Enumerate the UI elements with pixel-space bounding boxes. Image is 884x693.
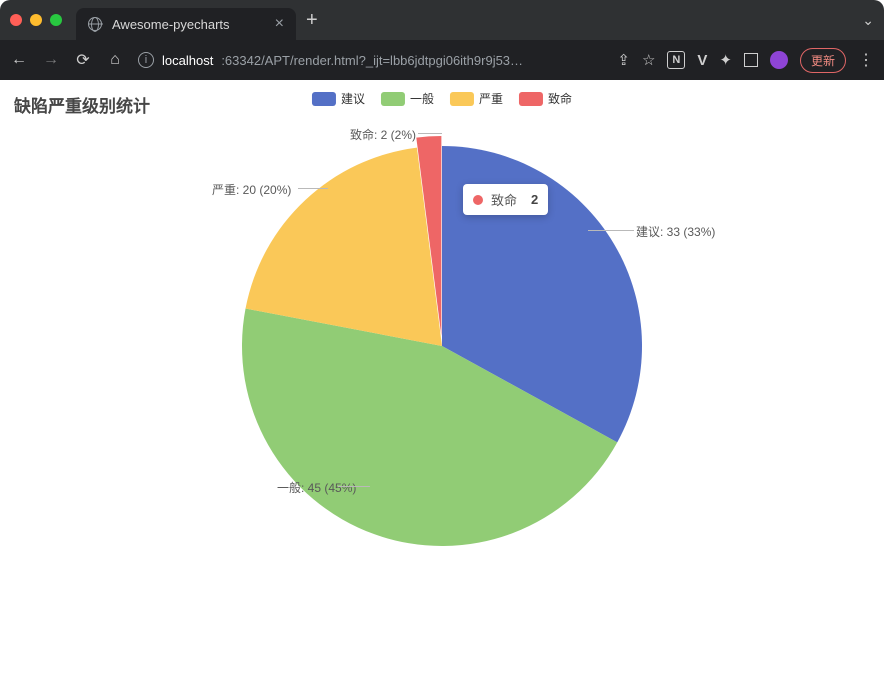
address-host: localhost	[162, 53, 213, 68]
legend-swatch-icon	[381, 92, 405, 106]
close-window-icon[interactable]	[10, 14, 22, 26]
leader-line	[588, 230, 634, 231]
leader-line	[418, 133, 442, 134]
side-panel-icon[interactable]	[744, 53, 758, 67]
kebab-menu-icon[interactable]: ⋮	[858, 50, 874, 70]
reload-button[interactable]: ⟳	[74, 50, 92, 70]
update-button[interactable]: 更新	[800, 48, 846, 73]
address-bar-row: ← → ⟳ ⌂ i localhost :63342/APT/render.ht…	[0, 40, 884, 80]
back-button[interactable]: ←	[10, 51, 28, 69]
legend-label: 致命	[548, 90, 572, 107]
slice-label-fatal: 致命: 2 (2%)	[350, 126, 416, 143]
bookmark-star-icon[interactable]: ☆	[642, 51, 655, 69]
leader-line	[338, 486, 370, 487]
share-icon[interactable]: ⇪	[617, 51, 630, 69]
legend-item-suggestion[interactable]: 建议	[312, 90, 365, 107]
chart-title: 缺陷严重级别统计	[14, 92, 150, 117]
legend-label: 一般	[410, 90, 434, 107]
address-bar[interactable]: i localhost :63342/APT/render.html?_ijt=…	[138, 52, 603, 68]
maximize-window-icon[interactable]	[50, 14, 62, 26]
chart-tooltip: 致命 2	[463, 184, 548, 215]
tooltip-series-name: 致命	[491, 190, 517, 209]
leader-line	[298, 188, 328, 189]
tooltip-value: 2	[531, 192, 538, 207]
minimize-window-icon[interactable]	[30, 14, 42, 26]
notion-extension-icon[interactable]: N	[667, 51, 685, 69]
window-traffic-lights	[10, 14, 62, 26]
slice-label-general: 一般: 45 (45%)	[277, 479, 356, 496]
chart-legend: 建议 一般 严重 致命	[312, 90, 572, 107]
vue-extension-icon[interactable]: V	[697, 52, 707, 69]
legend-label: 建议	[341, 90, 365, 107]
tab-title: Awesome-pyecharts	[112, 17, 230, 32]
globe-icon	[88, 17, 102, 31]
slice-label-suggestion: 建议: 33 (33%)	[636, 223, 715, 240]
browser-chrome: Awesome-pyecharts × + ⌄ ← → ⟳ ⌂ i localh…	[0, 0, 884, 80]
legend-item-serious[interactable]: 严重	[450, 90, 503, 107]
window-dropdown-icon[interactable]: ⌄	[862, 12, 874, 29]
tab-bar: Awesome-pyecharts × + ⌄	[0, 0, 884, 40]
legend-swatch-icon	[450, 92, 474, 106]
home-button[interactable]: ⌂	[106, 51, 124, 69]
legend-item-general[interactable]: 一般	[381, 90, 434, 107]
site-info-icon[interactable]: i	[138, 52, 154, 68]
new-tab-button[interactable]: +	[306, 10, 318, 30]
profile-avatar-icon[interactable]	[770, 51, 788, 69]
forward-button[interactable]: →	[42, 51, 60, 69]
page-content: 缺陷严重级别统计 建议 一般 严重 致命 建议: 33 (33%) 一般: 45…	[0, 80, 884, 693]
legend-swatch-icon	[312, 92, 336, 106]
tooltip-dot-icon	[473, 195, 483, 205]
toolbar-right: ⇪ ☆ N V ✦ 更新 ⋮	[617, 48, 874, 73]
legend-item-fatal[interactable]: 致命	[519, 90, 572, 107]
slice-label-serious: 严重: 20 (20%)	[212, 181, 291, 198]
browser-tab[interactable]: Awesome-pyecharts ×	[76, 8, 296, 40]
legend-swatch-icon	[519, 92, 543, 106]
extensions-puzzle-icon[interactable]: ✦	[719, 51, 732, 69]
legend-label: 严重	[479, 90, 503, 107]
tab-close-icon[interactable]: ×	[275, 16, 284, 32]
address-path: :63342/APT/render.html?_ijt=lbb6jdtpgi06…	[221, 53, 523, 68]
